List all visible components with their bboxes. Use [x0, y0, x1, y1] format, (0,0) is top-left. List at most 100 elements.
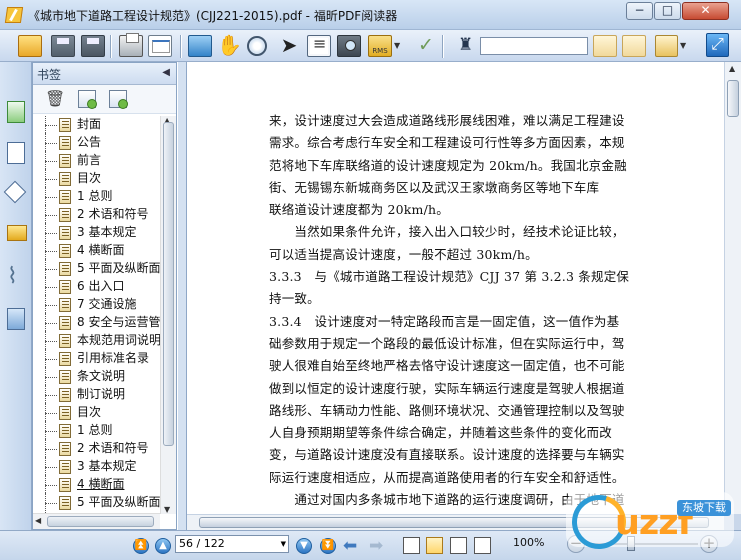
bookmark-item[interactable]: 2 术语和符号	[35, 205, 162, 225]
facing-view-icon[interactable]	[450, 537, 467, 554]
bookmark-scroll-thumb[interactable]	[163, 122, 174, 446]
bookmark-item[interactable]: 前言	[35, 151, 162, 171]
snapshot-camera-icon[interactable]	[337, 35, 361, 57]
previous-page-button[interactable]: ▲	[155, 538, 171, 554]
add-bookmark-icon[interactable]	[78, 90, 97, 109]
document-line: 当然如果条件允许，接入出入口较少时，经技术论证比较，	[269, 224, 625, 240]
bookmarks-tab-icon[interactable]	[7, 101, 25, 123]
bookmark-label: 前言	[77, 153, 102, 167]
bookmark-horizontal-thumb[interactable]	[47, 516, 154, 527]
comments-tab-icon[interactable]	[7, 225, 27, 241]
bookmark-item[interactable]: 本规范用词说明	[35, 331, 162, 351]
fullscreen-icon[interactable]: ⤢	[706, 33, 729, 57]
bookmark-item[interactable]: 1 总则	[35, 187, 162, 207]
continuous-facing-view-icon[interactable]	[474, 537, 491, 554]
bookmark-item[interactable]: 公告	[35, 133, 162, 153]
bookmark-label: 本规范用词说明	[77, 333, 162, 347]
find-previous-icon[interactable]	[593, 35, 617, 57]
bookmark-item[interactable]: 5 平面及纵断面	[35, 493, 162, 513]
save-as-icon[interactable]	[81, 35, 105, 57]
bookmark-label: 封面	[77, 117, 102, 131]
layers-tab-icon[interactable]	[3, 180, 27, 204]
bookmark-item[interactable]: 封面	[35, 116, 162, 135]
search-options-dropdown-icon[interactable]: ▼	[680, 35, 690, 57]
hand-tool-icon[interactable]: ✋	[217, 35, 242, 57]
find-next-icon[interactable]	[622, 35, 646, 57]
bookmark-item[interactable]: 目次	[35, 403, 162, 423]
document-line: 做到以恒定的设计速度行驶，实际车辆运行速度是驾驶人根据道	[269, 380, 625, 396]
continuous-view-icon[interactable]	[426, 537, 443, 554]
bookmark-item[interactable]: 条文说明	[35, 367, 162, 387]
close-button[interactable]: ✕	[682, 2, 729, 20]
page-number-input[interactable]: 56 / 122 ▼	[175, 535, 289, 553]
bookmark-page-icon	[59, 298, 71, 312]
bookmark-item[interactable]: 制订说明	[35, 385, 162, 405]
bookmark-page-icon	[59, 190, 71, 204]
bookmark-panel-header: 书签 ◀	[33, 63, 176, 85]
document-line: 联络道设计速度都为 20km/h。	[269, 202, 449, 218]
scroll-left-arrow-icon[interactable]: ◀	[35, 516, 41, 525]
scroll-down-arrow-icon[interactable]: ▼	[164, 505, 170, 514]
bookmark-item[interactable]: 引用标准名录	[35, 349, 162, 369]
add-child-bookmark-icon[interactable]	[109, 90, 128, 109]
panel-splitter[interactable]	[177, 62, 187, 530]
attachments-tab-icon[interactable]: ⌇	[7, 266, 25, 289]
toolbar-separator	[110, 35, 111, 58]
first-page-button[interactable]: ⏫	[133, 538, 149, 554]
delete-bookmark-icon[interactable]: 🗑	[45, 90, 65, 108]
select-pointer-icon[interactable]: ➤	[277, 35, 301, 57]
bookmark-item[interactable]: 5 平面及纵断面	[35, 259, 162, 279]
bookmark-item[interactable]: 3 基本规定	[35, 457, 162, 477]
pages-tab-icon[interactable]	[7, 142, 25, 164]
document-view[interactable]: 来，设计速度过大会造成道路线形展线困难，难以满足工程建设 需求。综合考虑行车安全和…	[187, 62, 724, 514]
sign-tool-icon[interactable]: ✓	[414, 35, 438, 57]
document-line: 街、无锡锡东新城商务区以及武汉王家墩商务区等地下车库	[269, 179, 600, 195]
document-vertical-scrollbar[interactable]: ▲	[724, 62, 741, 514]
bookmark-item[interactable]: 7 交通设施	[35, 295, 162, 315]
zoom-tool-icon[interactable]	[247, 36, 267, 56]
toolbar-separator	[180, 35, 181, 58]
last-page-button[interactable]: ⏬	[320, 538, 336, 554]
single-page-view-icon[interactable]	[403, 537, 420, 554]
page-dropdown-icon[interactable]: ▼	[281, 540, 286, 548]
bookmark-page-icon	[59, 442, 71, 456]
minimize-button[interactable]: −	[626, 2, 653, 20]
bookmark-item[interactable]: 6 出入口	[35, 277, 162, 297]
email-icon[interactable]	[148, 35, 172, 57]
go-forward-icon[interactable]: ➡	[369, 538, 383, 555]
text-select-icon[interactable]	[307, 34, 331, 57]
print-icon[interactable]	[119, 33, 143, 57]
signatures-tab-icon[interactable]	[7, 308, 25, 330]
bookmark-horizontal-scrollbar[interactable]: ◀	[33, 513, 160, 529]
go-back-icon[interactable]: ⬅	[343, 538, 357, 555]
bookmark-label: 引用标准名录	[77, 351, 150, 365]
document-line: 驶人很难自始至终地严格去恪守设计速度这一固定值，也不可能	[269, 358, 625, 374]
bookmark-label: 1 总则	[77, 189, 113, 203]
find-binoculars-icon[interactable]: ♜	[453, 35, 478, 57]
document-line: 来，设计速度过大会造成道路线形展线困难，难以满足工程建设	[269, 113, 625, 128]
bookmark-label: 3 基本规定	[77, 459, 137, 473]
bookmark-item[interactable]: 4 横断面	[35, 241, 162, 261]
rms-dropdown-icon[interactable]: ▼	[394, 35, 404, 57]
next-page-button[interactable]: ▼	[296, 538, 312, 554]
toolbar-separator	[442, 35, 443, 58]
bookmark-item[interactable]: 1 总则	[35, 421, 162, 441]
maximize-button[interactable]: □	[654, 2, 681, 20]
search-input[interactable]	[480, 37, 588, 55]
rms-lock-icon[interactable]: RMS	[368, 35, 392, 57]
bookmark-item[interactable]: 3 基本规定	[35, 223, 162, 243]
monitor-icon[interactable]	[188, 35, 212, 57]
bookmark-item[interactable]: 2 术语和符号	[35, 439, 162, 459]
open-folder-icon[interactable]	[18, 35, 42, 57]
bookmark-label: 2 术语和符号	[77, 441, 149, 455]
search-options-icon[interactable]	[655, 35, 678, 57]
bookmark-item[interactable]: 8 安全与运营管	[35, 313, 162, 333]
bookmark-page-icon	[59, 118, 71, 132]
doc-scroll-up-arrow-icon[interactable]: ▲	[729, 64, 735, 73]
save-icon[interactable]	[51, 35, 75, 57]
bookmark-vertical-scrollbar[interactable]: ▲ ▼	[160, 116, 176, 514]
collapse-panel-icon[interactable]: ◀	[162, 67, 170, 78]
document-scroll-thumb[interactable]	[727, 80, 739, 117]
bookmark-item[interactable]: 4 横断面	[35, 475, 162, 495]
bookmark-item[interactable]: 目次	[35, 169, 162, 189]
